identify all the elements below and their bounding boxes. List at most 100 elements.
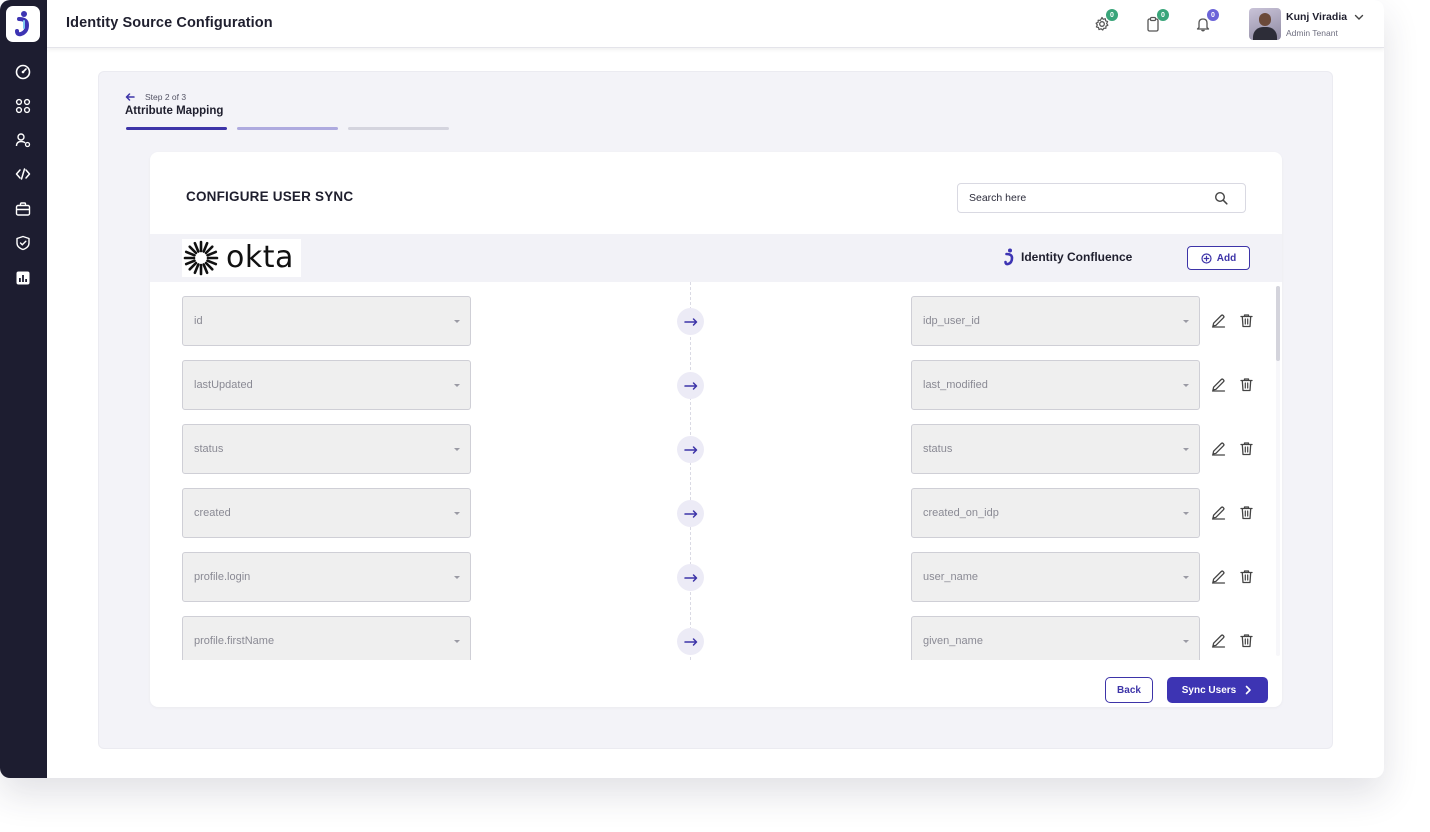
mapping-header: okta Identity Confluence Add: [150, 234, 1282, 282]
code-icon[interactable]: [12, 163, 34, 185]
app-window: Identity Source Configuration 0 0 0 Kunj…: [0, 0, 1384, 778]
edit-mapping-button[interactable]: [1210, 312, 1227, 329]
target-attribute-value: last_modified: [923, 379, 988, 391]
scrollbar-thumb[interactable]: [1276, 286, 1280, 361]
arrow-right-icon: [683, 445, 697, 454]
add-mapping-button[interactable]: Add: [1187, 246, 1250, 270]
user-settings-icon[interactable]: [12, 129, 34, 151]
identity-confluence-icon: [1004, 248, 1014, 266]
back-arrow-icon[interactable]: [124, 91, 136, 103]
edit-mapping-button[interactable]: [1210, 632, 1227, 649]
caret-down-icon: [1183, 384, 1189, 387]
target-attribute-value: idp_user_id: [923, 315, 980, 327]
target-attribute-value: user_name: [923, 571, 979, 583]
sidebar: [0, 0, 47, 778]
mapping-row: created created_on_idp: [150, 488, 1282, 539]
arrow-right-icon: [683, 317, 697, 326]
briefcase-icon[interactable]: [12, 198, 34, 220]
mapping-row: profile.login user_name: [150, 552, 1282, 603]
target-attribute-select[interactable]: status: [911, 424, 1200, 474]
clipboard-button[interactable]: 0: [1142, 9, 1169, 35]
delete-mapping-button[interactable]: [1238, 504, 1255, 521]
user-name[interactable]: Kunj Viradia: [1286, 11, 1347, 23]
delete-mapping-button[interactable]: [1238, 568, 1255, 585]
progress-step-1: [126, 127, 227, 130]
arrow-right-icon: [683, 637, 697, 646]
trash-icon: [1240, 570, 1253, 584]
target-attribute-value: created_on_idp: [923, 507, 999, 519]
reports-icon[interactable]: [12, 267, 34, 289]
source-attribute-value: created: [194, 507, 231, 519]
source-attribute-select[interactable]: profile.firstName: [182, 616, 471, 660]
back-button[interactable]: Back: [1105, 677, 1153, 703]
pencil-icon: [1211, 570, 1226, 584]
edit-mapping-button[interactable]: [1210, 376, 1227, 393]
source-attribute-value: profile.firstName: [194, 635, 275, 647]
mapping-row: profile.firstName given_name: [150, 616, 1282, 660]
content-area: Step 2 of 3 Attribute Mapping CONFIGURE …: [98, 71, 1333, 749]
search-input[interactable]: [958, 184, 1208, 212]
caret-down-icon: [1183, 512, 1189, 515]
mapping-arrow: [677, 500, 704, 527]
chevron-right-icon: [1245, 685, 1252, 695]
source-attribute-value: lastUpdated: [194, 379, 253, 391]
progress-step-3: [348, 127, 449, 130]
sync-users-button[interactable]: Sync Users: [1167, 677, 1268, 703]
target-attribute-select[interactable]: user_name: [911, 552, 1200, 602]
shield-check-icon[interactable]: [12, 232, 34, 254]
pencil-icon: [1211, 506, 1226, 520]
user-role: Admin Tenant: [1286, 28, 1338, 38]
settings-badge: 0: [1106, 9, 1118, 21]
apps-grid-icon[interactable]: [12, 95, 34, 117]
search-icon[interactable]: [1214, 191, 1228, 205]
target-attribute-value: status: [923, 443, 953, 455]
mapping-row: status status: [150, 424, 1282, 475]
okta-logo: okta: [182, 239, 301, 277]
caret-down-icon: [454, 320, 460, 323]
plus-circle-icon: [1201, 252, 1212, 264]
target-attribute-select[interactable]: created_on_idp: [911, 488, 1200, 538]
source-attribute-select[interactable]: status: [182, 424, 471, 474]
source-attribute-select[interactable]: lastUpdated: [182, 360, 471, 410]
mapping-arrow: [677, 372, 704, 399]
delete-mapping-button[interactable]: [1238, 312, 1255, 329]
mapping-arrow: [677, 564, 704, 591]
trash-icon: [1240, 314, 1253, 328]
caret-down-icon: [454, 512, 460, 515]
add-button-label: Add: [1216, 252, 1237, 264]
okta-sunburst-icon: [183, 240, 219, 276]
target-attribute-value: given_name: [923, 635, 983, 647]
trash-icon: [1240, 442, 1253, 456]
okta-wordmark: okta: [226, 240, 294, 275]
caret-down-icon: [454, 384, 460, 387]
page-title: Identity Source Configuration: [66, 15, 273, 31]
target-attribute-select[interactable]: idp_user_id: [911, 296, 1200, 346]
edit-mapping-button[interactable]: [1210, 440, 1227, 457]
delete-mapping-button[interactable]: [1238, 440, 1255, 457]
delete-mapping-button[interactable]: [1238, 376, 1255, 393]
source-attribute-select[interactable]: created: [182, 488, 471, 538]
caret-down-icon: [1183, 448, 1189, 451]
source-attribute-select[interactable]: id: [182, 296, 471, 346]
mapping-arrow: [677, 436, 704, 463]
edit-mapping-button[interactable]: [1210, 568, 1227, 585]
notifications-badge: 0: [1207, 9, 1219, 21]
avatar[interactable]: [1249, 8, 1281, 40]
dashboard-icon[interactable]: [12, 61, 34, 83]
notifications-button[interactable]: 0: [1192, 9, 1219, 35]
source-attribute-select[interactable]: profile.login: [182, 552, 471, 602]
target-attribute-select[interactable]: last_modified: [911, 360, 1200, 410]
edit-mapping-button[interactable]: [1210, 504, 1227, 521]
arrow-right-icon: [683, 573, 697, 582]
mapping-list: id idp_user_id lastUpdated last_modifiedsta…: [150, 282, 1282, 660]
search-box: [957, 183, 1246, 213]
caret-down-icon: [1183, 320, 1189, 323]
source-attribute-value: profile.login: [194, 571, 251, 583]
delete-mapping-button[interactable]: [1238, 632, 1255, 649]
trash-icon: [1240, 378, 1253, 392]
settings-button[interactable]: 0: [1091, 9, 1118, 35]
app-logo[interactable]: [6, 6, 40, 42]
target-attribute-select[interactable]: given_name: [911, 616, 1200, 660]
card-title: CONFIGURE USER SYNC: [186, 189, 354, 204]
chevron-down-icon[interactable]: [1353, 11, 1365, 23]
